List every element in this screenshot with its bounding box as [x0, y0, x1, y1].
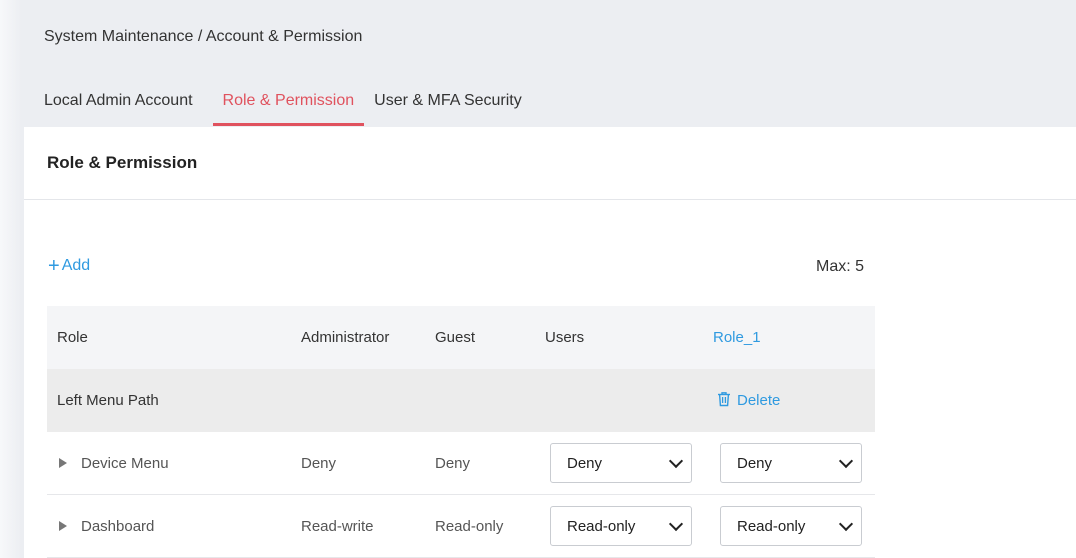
row-guest-value: Read-only	[435, 517, 504, 535]
header-administrator: Administrator	[301, 329, 390, 346]
add-button-label: Add	[61, 257, 91, 274]
left-edge	[0, 0, 22, 558]
table-row: Dashboard Read-write Read-only Read-only…	[47, 495, 875, 558]
role-1-permission-value: Deny	[737, 454, 773, 472]
tab-user-mfa-security[interactable]: User & MFA Security	[364, 90, 532, 126]
header-role-1-link[interactable]: Role_1	[713, 306, 761, 369]
role-1-permission-value: Read-only	[737, 517, 806, 535]
panel-divider	[24, 199, 1076, 200]
users-permission-value: Deny	[567, 454, 603, 472]
caret-right-icon	[59, 458, 67, 468]
users-permission-select[interactable]: Read-only	[550, 506, 692, 546]
users-permission-value: Read-only	[567, 517, 636, 535]
delete-role-button[interactable]: Delete	[717, 369, 780, 432]
expand-dashboard[interactable]: Dashboard	[57, 495, 154, 557]
row-administrator-value: Read-write	[301, 517, 374, 535]
row-administrator-value: Deny	[301, 454, 337, 472]
delete-label: Delete	[737, 392, 781, 409]
chevron-down-icon	[838, 453, 854, 468]
table-header-row: Role Administrator Guest Users Role_1	[47, 306, 875, 369]
caret-right-icon	[59, 521, 67, 531]
chevron-down-icon	[668, 516, 684, 531]
table-row: Device Menu Deny Deny Deny Deny	[47, 432, 875, 495]
row-name: Dashboard	[81, 517, 155, 535]
trash-icon	[717, 391, 731, 411]
panel-title: Role & Permission	[47, 153, 198, 172]
role-permission-panel: Role & Permission + Add Max: 5 Role Admi…	[24, 127, 1076, 558]
row-name: Device Menu	[81, 454, 169, 472]
users-permission-select[interactable]: Deny	[550, 443, 692, 483]
header-users: Users	[545, 329, 585, 346]
max-count: Max: 5	[816, 258, 865, 275]
expand-device-menu[interactable]: Device Menu	[57, 432, 169, 494]
app-shell: System Maintenance / Account & Permissio…	[0, 0, 1076, 558]
add-button[interactable]: + Add	[48, 255, 91, 277]
role-1-permission-select[interactable]: Read-only	[720, 506, 862, 546]
group-row: Left Menu Path Delete	[47, 369, 875, 432]
tab-role-permission[interactable]: Role & Permission	[212, 90, 365, 126]
chevron-down-icon	[838, 516, 854, 531]
breadcrumb: System Maintenance / Account & Permissio…	[44, 28, 363, 45]
tab-bar: Local Admin Account Role & Permission Us…	[44, 90, 532, 126]
tab-local-admin-account[interactable]: Local Admin Account	[44, 90, 203, 126]
plus-icon: +	[48, 255, 60, 277]
header-guest: Guest	[435, 329, 476, 346]
chevron-down-icon	[668, 453, 684, 468]
header-role: Role	[57, 329, 88, 346]
group-label: Left Menu Path	[57, 392, 159, 409]
row-guest-value: Deny	[435, 454, 471, 472]
role-1-permission-select[interactable]: Deny	[720, 443, 862, 483]
permission-table: Role Administrator Guest Users Role_1 Le…	[47, 306, 875, 558]
